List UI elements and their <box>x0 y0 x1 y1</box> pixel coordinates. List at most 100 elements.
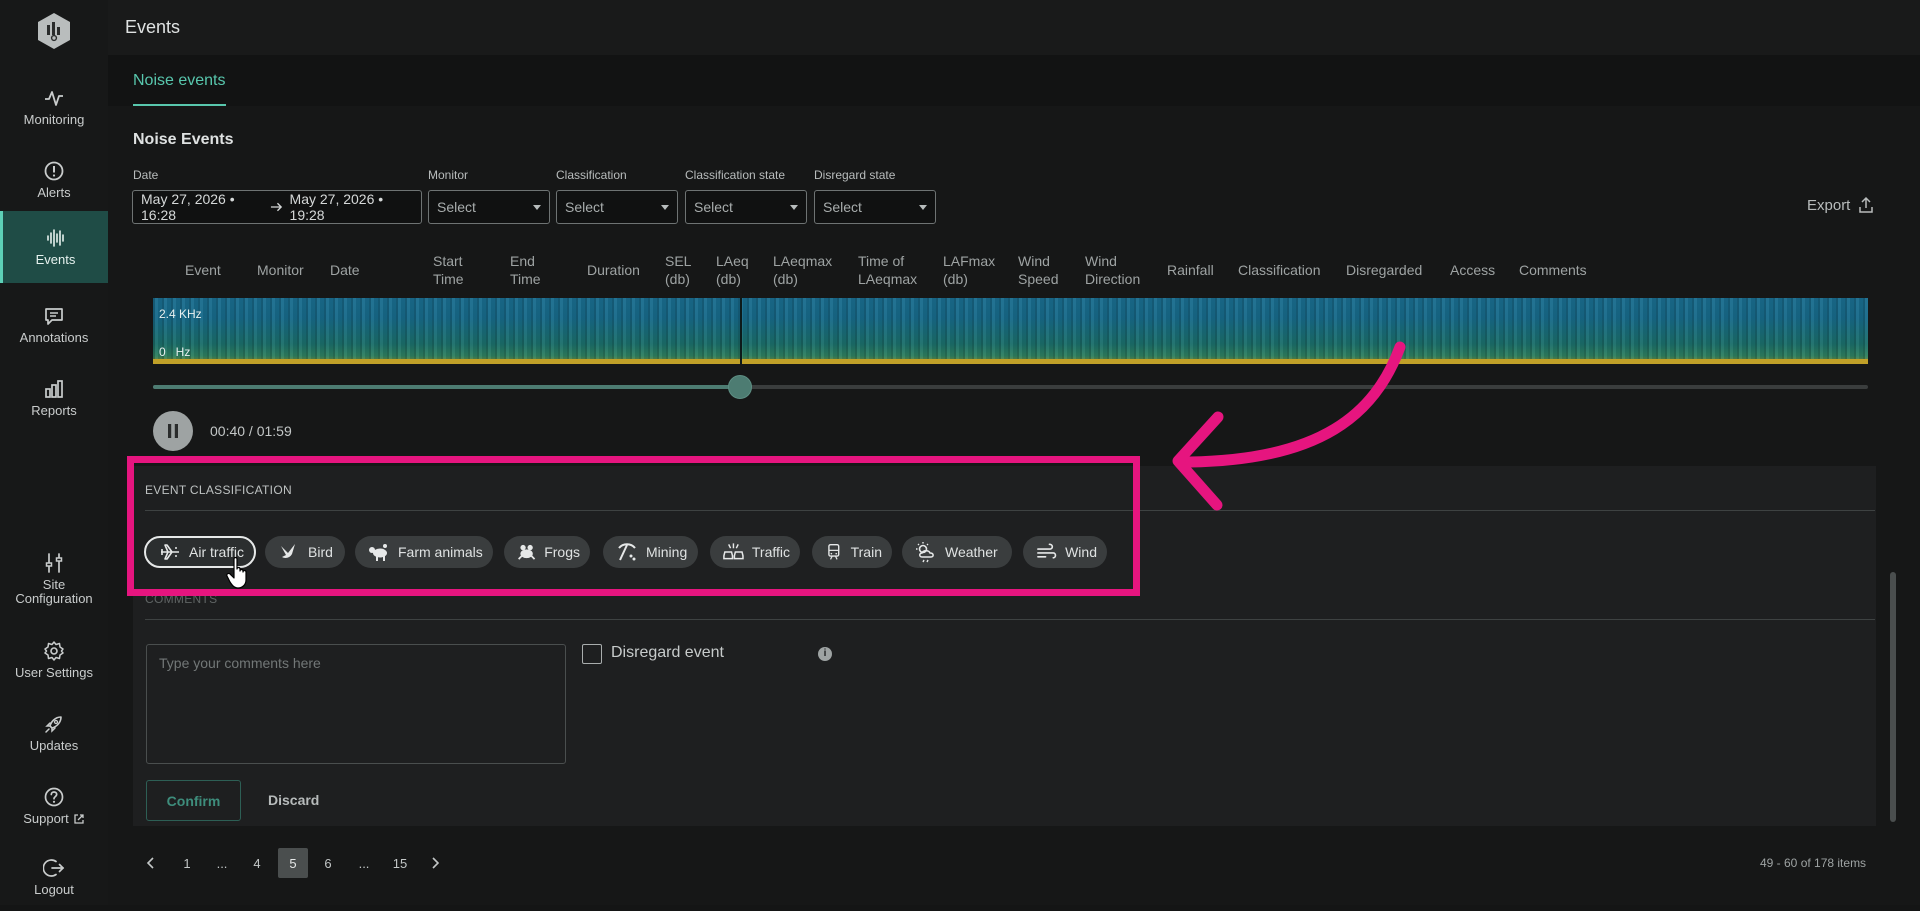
monitor-select-value: Select <box>437 199 476 215</box>
spectrogram-texture <box>153 298 1868 364</box>
monitor-select[interactable]: Select <box>428 190 550 224</box>
activity-icon <box>45 91 63 106</box>
sidebar-item-label: Events <box>35 252 76 267</box>
date-filter-label: Date <box>133 168 159 182</box>
date-to: May 27, 2026 • 19:28 <box>289 191 384 223</box>
export-label: Export <box>1807 196 1851 214</box>
column-header-lafmax[interactable]: LAFmax (db) <box>943 252 1001 288</box>
freq-label-bottom: 0 Hz <box>159 345 191 359</box>
column-header-disregarded[interactable]: Disregarded <box>1346 261 1422 279</box>
chevron-down-icon <box>661 205 669 210</box>
sidebar-item-monitoring[interactable]: Monitoring <box>0 71 108 143</box>
freq-label-top: 2.4 KHz <box>159 307 202 321</box>
curved-arrow-annotation <box>1172 341 1406 511</box>
page-ellipsis[interactable]: ... <box>207 848 237 878</box>
playback-progress <box>153 385 742 389</box>
panel-scrollbar[interactable] <box>1890 572 1896 822</box>
disregard-event-checkbox[interactable] <box>582 644 602 664</box>
column-header-rainfall[interactable]: Rainfall <box>1167 261 1214 279</box>
sidebar-item-label: Support <box>23 812 85 826</box>
playback-thumb[interactable] <box>728 375 752 399</box>
spectrogram[interactable]: 2.4 KHz 0 Hz <box>153 298 1868 364</box>
classification-select-value: Select <box>565 199 604 215</box>
classification-state-filter-label: Classification state <box>685 168 786 182</box>
tab-noise-events[interactable]: Noise events <box>133 72 226 106</box>
column-header-wind-direction[interactable]: Wind Direction <box>1085 252 1149 288</box>
sidebar-item-events[interactable]: Events <box>0 211 108 283</box>
date-range-picker[interactable]: May 27, 2026 • 16:28 May 27, 2026 • 19:2… <box>132 190 422 224</box>
bar-chart-icon <box>45 380 63 398</box>
column-header-end-time[interactable]: End Time <box>510 252 550 288</box>
column-header-classification[interactable]: Classification <box>1238 261 1320 279</box>
disregard-state-filter-label: Disregard state <box>814 168 896 182</box>
column-header-wind-speed[interactable]: Wind Speed <box>1018 252 1066 288</box>
sidebar-item-site-configuration[interactable]: Site Configuration <box>0 538 108 620</box>
disregard-event-label: Disregard event <box>611 644 724 661</box>
page-1[interactable]: 1 <box>172 848 202 878</box>
chevron-down-icon <box>919 205 927 210</box>
page-5[interactable]: 5 <box>278 848 308 878</box>
column-header-comments[interactable]: Comments <box>1519 261 1587 279</box>
column-header-event[interactable]: Event <box>185 261 221 279</box>
comments-textarea[interactable]: Type your comments here <box>146 644 566 764</box>
column-header-date[interactable]: Date <box>330 261 360 279</box>
classification-select[interactable]: Select <box>556 190 678 224</box>
column-header-access[interactable]: Access <box>1450 261 1495 279</box>
comment-icon <box>45 308 63 325</box>
top-bar: Events <box>108 0 1920 55</box>
prev-page-button[interactable] <box>136 848 166 878</box>
rocket-icon <box>45 716 62 733</box>
page-4[interactable]: 4 <box>242 848 272 878</box>
column-header-laeqmax[interactable]: LAeqmax (db) <box>773 252 839 288</box>
spectrogram-low-band <box>153 359 1868 364</box>
classification-state-select[interactable]: Select <box>685 190 807 224</box>
column-header-time-of-laeqmax[interactable]: Time of LAeqmax <box>858 252 928 288</box>
divider <box>145 619 1875 620</box>
sidebar-item-label: Updates <box>29 738 79 753</box>
sidebar-item-label: Alerts <box>37 185 71 200</box>
sidebar-item-reports[interactable]: Reports <box>0 362 108 434</box>
column-header-laeq[interactable]: LAeq (db) <box>716 252 752 288</box>
sidebar-item-label: Site Configuration <box>15 577 93 606</box>
gear-icon <box>44 641 64 661</box>
pause-button[interactable] <box>153 411 193 451</box>
export-button[interactable]: Export <box>1807 196 1874 214</box>
sidebar-item-label: Logout <box>34 882 74 897</box>
chevron-down-icon <box>790 205 798 210</box>
sidebar-item-support[interactable]: Support <box>0 770 108 842</box>
page-6[interactable]: 6 <box>313 848 343 878</box>
column-header-monitor[interactable]: Monitor <box>257 261 304 279</box>
column-header-sel[interactable]: SEL (db) <box>665 252 699 288</box>
sidebar-item-logout[interactable]: Logout <box>0 843 108 911</box>
support-label: Support <box>23 811 69 826</box>
upload-icon <box>1859 196 1874 213</box>
chevron-down-icon <box>533 205 541 210</box>
info-icon[interactable]: i <box>818 647 832 661</box>
disregard-state-select[interactable]: Select <box>814 190 936 224</box>
confirm-button[interactable]: Confirm <box>146 780 241 821</box>
discard-button[interactable]: Discard <box>268 792 319 808</box>
sidebar-item-user-settings[interactable]: User Settings <box>0 624 108 696</box>
external-link-icon <box>74 814 84 824</box>
sidebar-item-annotations[interactable]: Annotations <box>0 289 108 361</box>
pause-icon <box>168 424 178 438</box>
disregard-state-select-value: Select <box>823 199 862 215</box>
page-ellipsis[interactable]: ... <box>349 848 379 878</box>
monitor-filter-label: Monitor <box>428 168 469 182</box>
classification-state-select-value: Select <box>694 199 733 215</box>
highlight-box <box>127 456 1140 596</box>
column-header-duration[interactable]: Duration <box>587 261 640 279</box>
classification-filter-label: Classification <box>556 168 627 182</box>
app-logo-icon[interactable] <box>36 12 72 50</box>
waveform-icon <box>46 229 64 247</box>
sliders-icon <box>45 553 63 573</box>
playback-track[interactable] <box>153 385 1868 389</box>
sidebar-item-updates[interactable]: Updates <box>0 697 108 769</box>
next-page-button[interactable] <box>420 848 450 878</box>
sidebar-item-alerts[interactable]: Alerts <box>0 144 108 216</box>
date-from: May 27, 2026 • 16:28 <box>141 191 235 223</box>
arrow-right-icon <box>271 202 283 212</box>
column-header-start-time[interactable]: Start Time <box>433 252 485 288</box>
page-title: Events <box>125 17 181 37</box>
page-15[interactable]: 15 <box>385 848 415 878</box>
